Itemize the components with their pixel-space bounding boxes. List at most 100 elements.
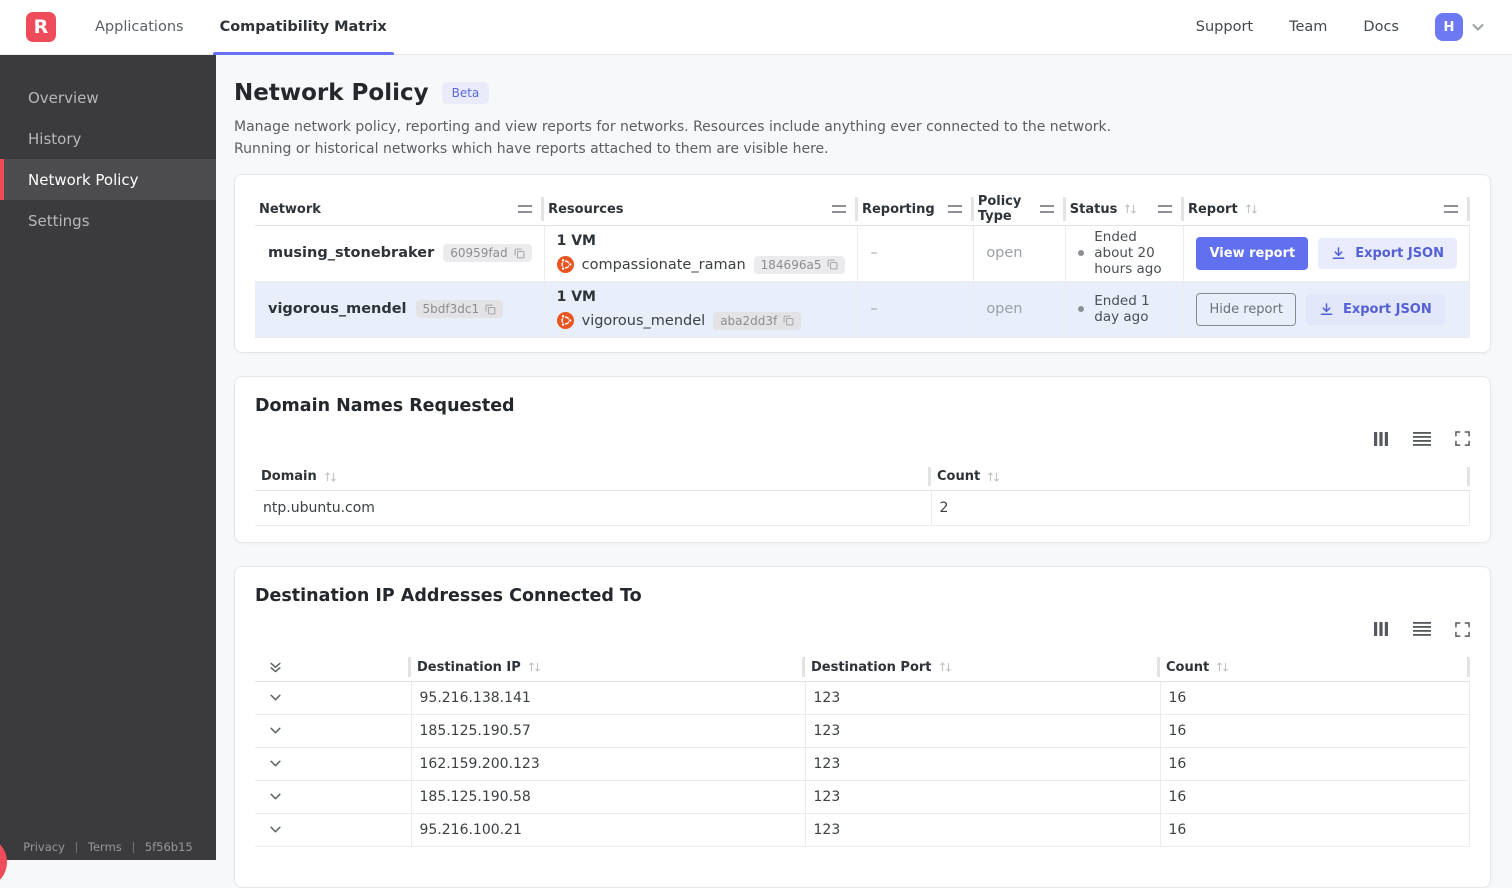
export-json-button[interactable]: Export JSON [1306,294,1445,325]
page-description: Manage network policy, reporting and vie… [234,116,1124,160]
sort-icon[interactable] [324,471,337,483]
destination-row: 185.125.190.57 123 16 [255,714,1470,747]
app-logo[interactable]: R [26,12,56,42]
tab-compatibility-matrix[interactable]: Compatibility Matrix [220,0,387,55]
reporting-value: – [858,281,974,337]
rows-density-icon[interactable] [1413,622,1431,636]
resource-name: vigorous_mendel [582,313,706,329]
main-content: Network Policy Beta Manage network polic… [216,55,1512,888]
columns-icon[interactable] [1373,621,1389,637]
sidebar-item-network-policy[interactable]: Network Policy [0,159,216,200]
sort-icon[interactable] [528,661,541,673]
page-header: Network Policy Beta Manage network polic… [234,80,1491,160]
sort-icon[interactable] [1216,661,1229,673]
download-icon [1319,302,1334,317]
column-resize-handle[interactable] [832,205,846,213]
expand-all-icon[interactable] [269,661,282,674]
network-name: musing_stonebraker [268,245,434,261]
column-header-resources[interactable]: Resources [544,194,858,225]
navbar-right: Support Team Docs H [1196,13,1486,41]
count-value: 16 [1160,813,1470,846]
sidebar-footer: Privacy Terms 5f56b15 [0,840,216,854]
column-label: Network [259,202,321,217]
domain-row: ntp.ubuntu.com 2 [255,491,1470,526]
reporting-value: – [858,225,974,281]
sidebar-item-history[interactable]: History [0,118,216,159]
destination-row: 185.125.190.58 123 16 [255,780,1470,813]
destination-port-value: 123 [805,780,1160,813]
terms-link[interactable]: Terms [88,840,122,854]
networks-card: Network Resources Reporting Policy Type … [234,174,1491,353]
column-header-count[interactable]: Count [1160,654,1470,681]
column-header-status[interactable]: Status [1066,194,1184,225]
column-label: Count [937,469,980,484]
sidebar-item-settings[interactable]: Settings [0,200,216,241]
view-report-button[interactable]: View report [1196,237,1308,270]
row-expand-icon[interactable] [269,724,401,737]
column-resize-handle[interactable] [948,205,962,213]
privacy-link[interactable]: Privacy [23,840,65,854]
column-header-policy-type[interactable]: Policy Type [974,194,1066,225]
column-resize-handle[interactable] [1158,205,1172,213]
destination-ip-value: 185.125.190.57 [411,714,805,747]
ubuntu-icon [557,312,574,329]
nav-link-support[interactable]: Support [1196,19,1253,35]
nav-link-team[interactable]: Team [1289,19,1327,35]
domain-table: Domain Count ntp.ubuntu.com 2 [255,464,1470,527]
sidebar-nav: Overview History Network Policy Settings [0,55,216,241]
chevron-down-icon[interactable] [1470,19,1486,35]
table-toolbar [255,430,1470,448]
row-expand-icon[interactable] [269,691,401,704]
sidebar-item-overview[interactable]: Overview [0,77,216,118]
column-header-reporting[interactable]: Reporting [858,194,974,225]
fullscreen-icon[interactable] [1455,622,1470,637]
count-value: 16 [1160,780,1470,813]
sort-icon[interactable] [1245,203,1258,215]
vm-count: 1 VM [557,233,846,249]
rows-density-icon[interactable] [1413,432,1431,446]
column-resize-handle[interactable] [1040,205,1054,213]
columns-icon[interactable] [1373,431,1389,447]
vm-count: 1 VM [557,289,846,305]
destination-ip-value: 185.125.190.58 [411,780,805,813]
copy-icon[interactable] [783,315,794,326]
build-version: 5f56b15 [145,840,193,854]
destination-ip-value: 95.216.138.141 [411,681,805,714]
avatar[interactable]: H [1435,13,1463,41]
row-expand-icon[interactable] [269,823,401,836]
column-header-network[interactable]: Network [255,194,544,225]
count-value: 16 [1160,681,1470,714]
tab-applications[interactable]: Applications [95,0,184,55]
column-label: Domain [261,469,317,484]
sort-icon[interactable] [939,661,952,673]
fullscreen-icon[interactable] [1455,431,1470,446]
destination-ip-value: 162.159.200.123 [411,747,805,780]
row-expand-icon[interactable] [269,757,401,770]
column-header-report[interactable]: Report [1184,194,1470,225]
column-header-destination-ip[interactable]: Destination IP [411,654,805,681]
sort-icon[interactable] [1124,203,1137,215]
table-toolbar [255,620,1470,638]
column-label: Status [1070,202,1118,217]
resource-id-badge: 184696a5 [754,256,846,274]
copy-icon[interactable] [827,259,838,270]
row-expand-icon[interactable] [269,790,401,803]
column-header-domain[interactable]: Domain [255,464,931,491]
copy-icon[interactable] [514,248,525,259]
nav-link-docs[interactable]: Docs [1363,19,1399,35]
export-json-button[interactable]: Export JSON [1318,238,1457,269]
destination-port-value: 123 [805,714,1160,747]
footer-divider [133,842,134,853]
column-resize-handle[interactable] [518,205,532,213]
count-value: 2 [931,491,1470,526]
copy-icon[interactable] [485,304,496,315]
sort-icon[interactable] [987,471,1000,483]
destination-port-value: 123 [805,747,1160,780]
user-menu[interactable]: H [1435,13,1486,41]
column-header-count[interactable]: Count [931,464,1470,491]
column-resize-handle[interactable] [1444,205,1458,213]
resource-name: compassionate_raman [582,257,746,273]
status-dot [1078,250,1084,256]
hide-report-button[interactable]: Hide report [1196,293,1295,326]
column-header-destination-port[interactable]: Destination Port [805,654,1160,681]
